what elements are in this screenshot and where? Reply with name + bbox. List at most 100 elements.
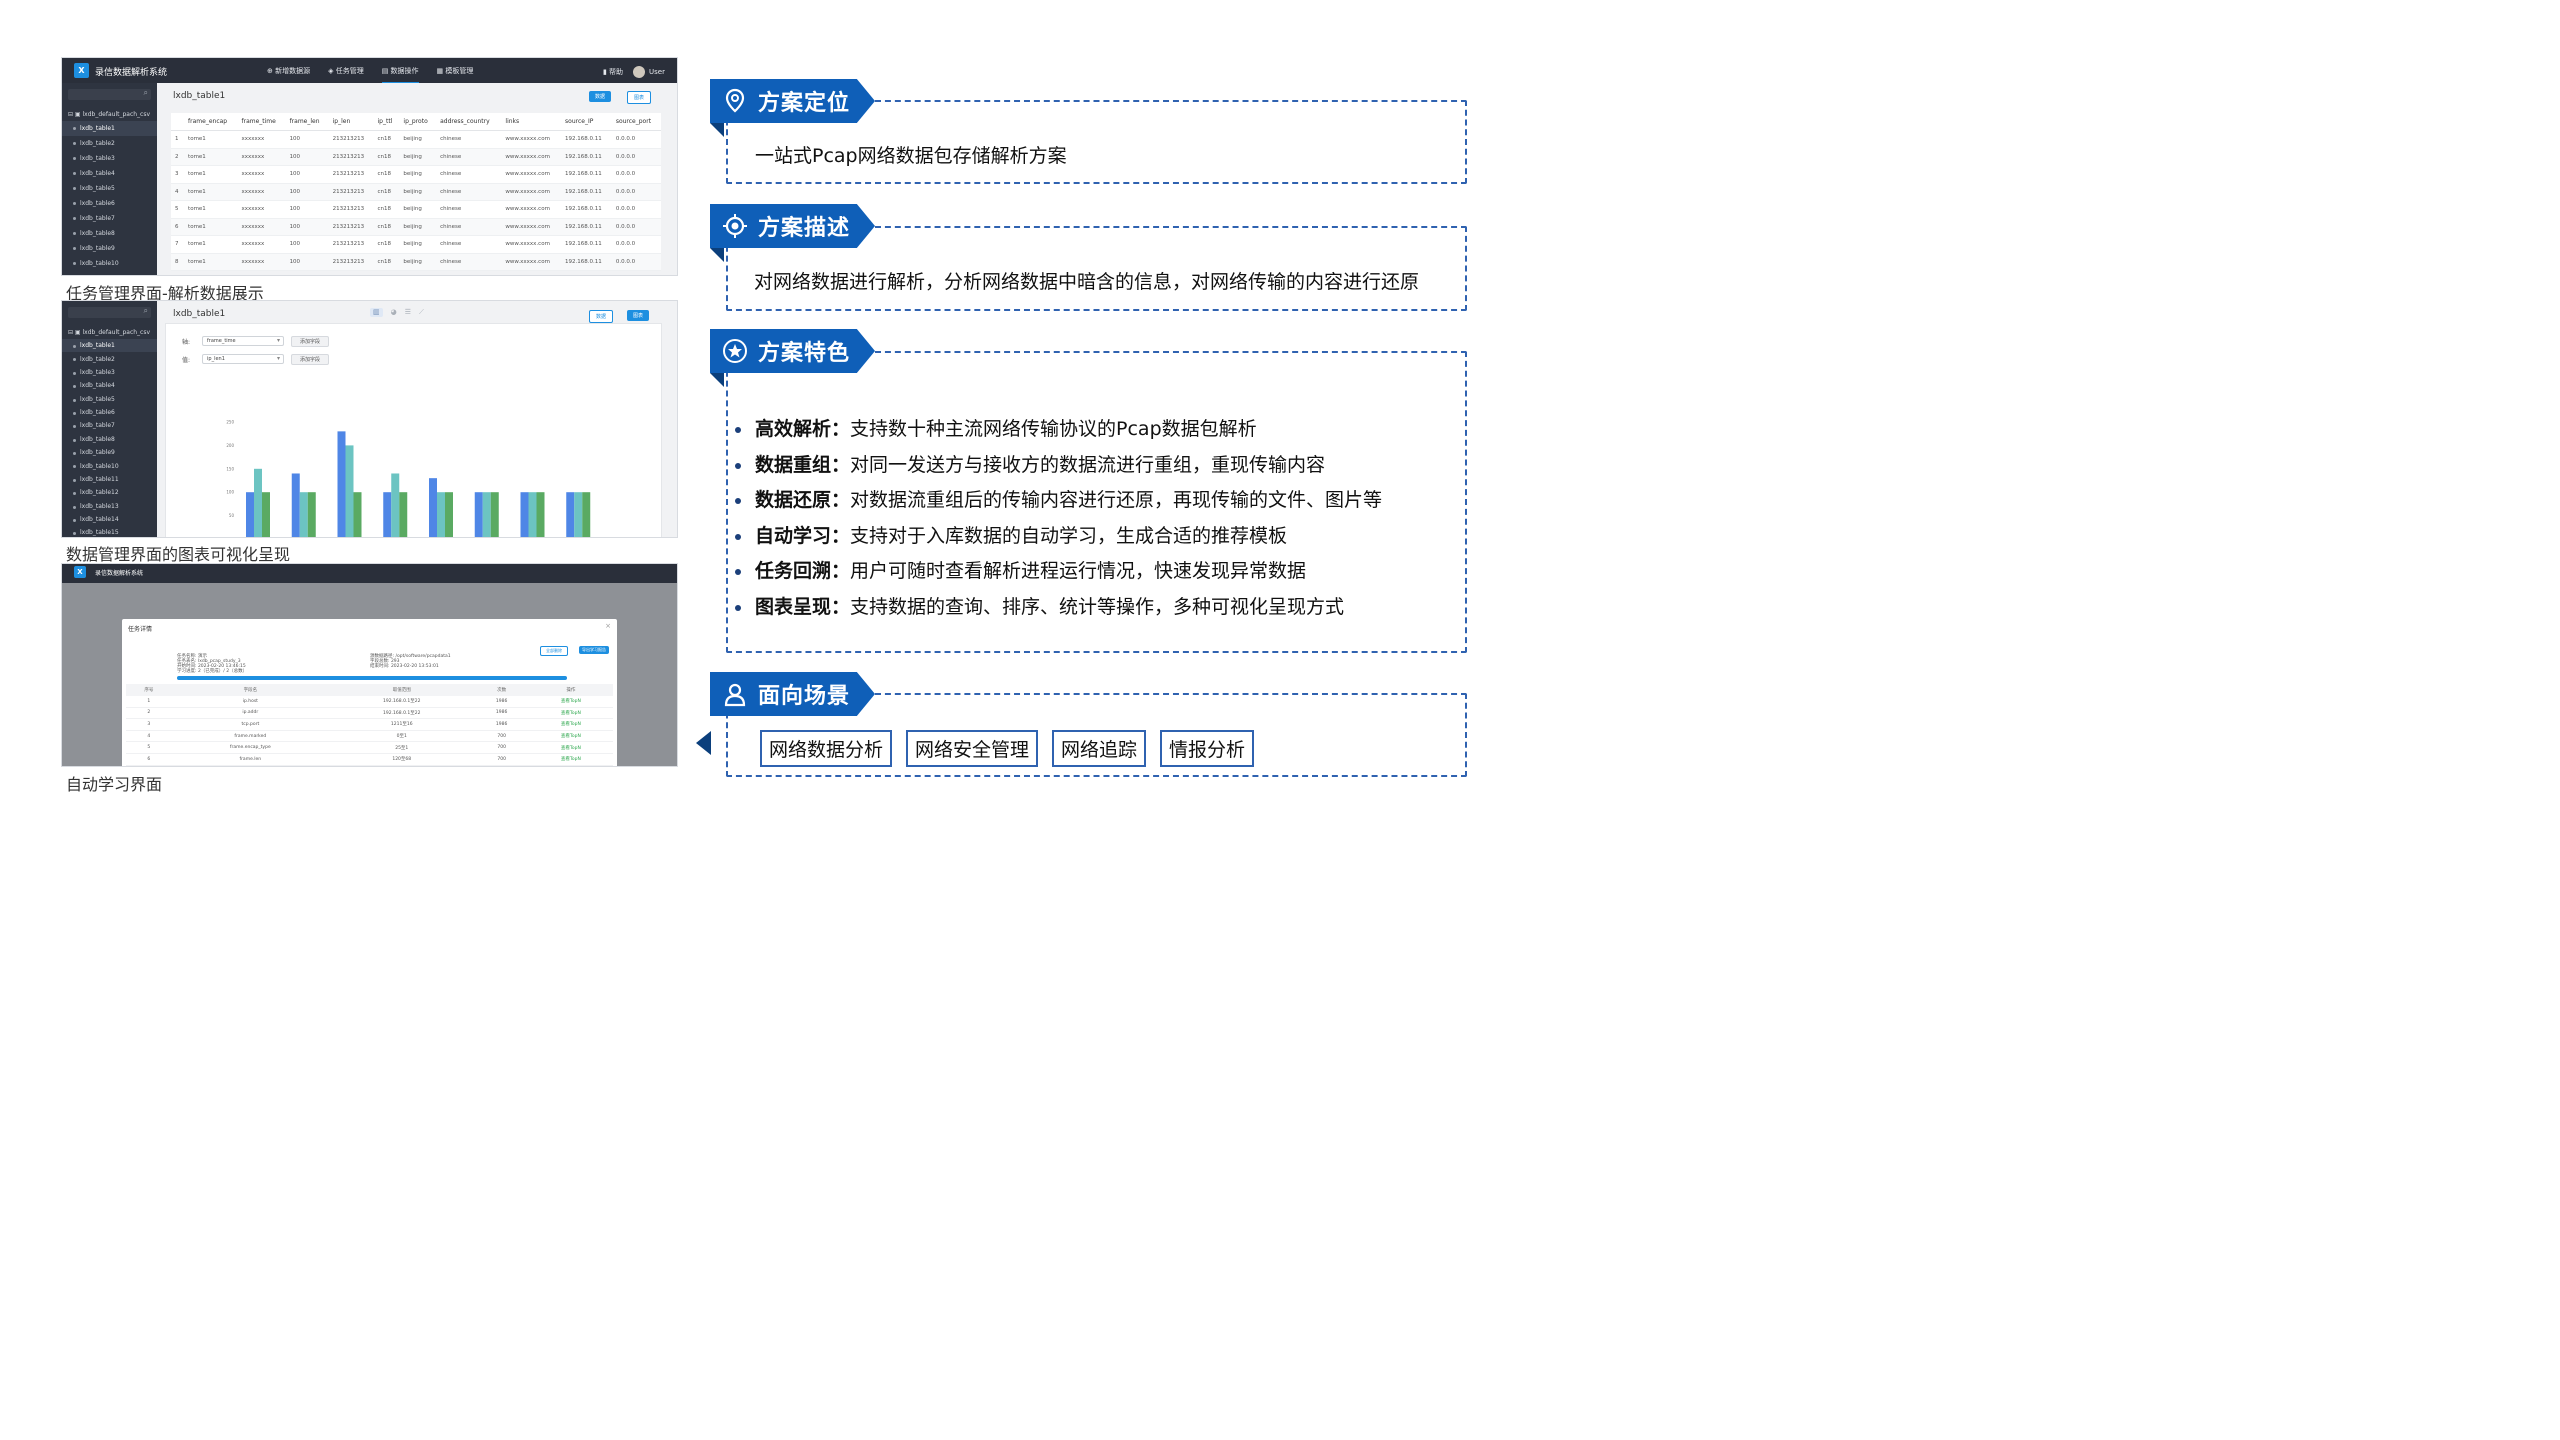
- table-cell: www.xxxxx.com: [501, 183, 562, 201]
- view-topn-link[interactable]: 查看TopN: [528, 718, 613, 731]
- sidebar-item-table[interactable]: lxdb_table15: [62, 526, 157, 537]
- user-menu[interactable]: User: [633, 66, 665, 78]
- close-icon[interactable]: ×: [605, 622, 611, 630]
- table-cell: 192.168.0.11: [561, 130, 612, 149]
- avatar: [633, 66, 646, 78]
- sidebar-item-table[interactable]: lxdb_table8: [62, 433, 157, 446]
- table-cell: xxxxxxx: [237, 235, 286, 254]
- table-cell: xxxxxxx: [237, 253, 286, 271]
- view-topn-link[interactable]: 查看TopN: [528, 730, 613, 743]
- data-button-2[interactable]: 数据: [589, 310, 614, 323]
- view-topn-link[interactable]: 查看TopN: [528, 765, 613, 766]
- chart-button[interactable]: 图表: [627, 91, 652, 104]
- table-cell: 700: [474, 765, 529, 766]
- sidebar-item-table[interactable]: lxdb_table2: [62, 136, 157, 151]
- sidebar-item-table[interactable]: lxdb_table5: [62, 393, 157, 406]
- tree-root[interactable]: ⊟ ▣ lxdb_default_pach_csv: [62, 108, 157, 121]
- sidebar-item-table[interactable]: lxdb_table3: [62, 151, 157, 166]
- column-header[interactable]: source_port: [611, 113, 661, 131]
- table-cell: 100: [285, 148, 329, 166]
- app-title-3: 录信数据解析系统: [95, 570, 144, 577]
- tree-root-2[interactable]: ⊟ ▣ lxdb_default_pach_csv: [62, 326, 157, 339]
- table-row: 7 tome1 xxxxxxx 100 213213213 cn18 beijing chin…: [171, 235, 661, 254]
- fold-decoration: [710, 123, 724, 137]
- chart-bar: [353, 492, 362, 537]
- help-link[interactable]: ▮ 帮助: [603, 67, 623, 77]
- sidebar-item-table[interactable]: lxdb_table2: [62, 352, 157, 365]
- sidebar-item-table[interactable]: lxdb_table7: [62, 211, 157, 226]
- table-cell: tome1: [184, 253, 238, 271]
- table-cell: 213213213: [328, 130, 374, 149]
- table-row: 3 tcp.port 1211至16 1986 查看TopN: [126, 718, 613, 731]
- view-topn-link[interactable]: 查看TopN: [528, 707, 613, 720]
- table-cell: 100: [285, 200, 329, 219]
- export-report-button[interactable]: 导出学习报告: [579, 646, 609, 654]
- sidebar-item-table[interactable]: lxdb_table1: [62, 339, 157, 353]
- sidebar-item-table[interactable]: lxdb_table6: [62, 406, 157, 419]
- table-cell: chinese: [436, 148, 502, 166]
- column-header[interactable]: ip_len: [328, 113, 374, 131]
- delete-all-button[interactable]: 全部删除: [540, 646, 568, 656]
- chart-bar: [520, 492, 529, 537]
- table-cell: 7: [171, 235, 185, 254]
- chart-button-2[interactable]: 图表: [627, 310, 650, 321]
- table-cell: beijing: [399, 130, 437, 149]
- menu-add-source[interactable]: ⊕ 新增数据源: [267, 66, 310, 84]
- column-header[interactable]: links: [501, 113, 562, 131]
- sidebar-item-table[interactable]: lxdb_table1: [62, 121, 157, 136]
- sidebar-item-table[interactable]: lxdb_table10: [62, 459, 157, 472]
- column-header[interactable]: frame_time: [237, 113, 286, 131]
- view-topn-link[interactable]: 查看TopN: [528, 741, 613, 754]
- view-topn-link[interactable]: 查看TopN: [528, 753, 613, 766]
- column-header[interactable]: frame_encap: [184, 113, 238, 131]
- sidebar-item-table[interactable]: lxdb_table3: [62, 366, 157, 379]
- table-cell: 100: [285, 218, 329, 236]
- chart-bar: [254, 468, 262, 537]
- table-cell: 3: [126, 718, 172, 731]
- chart-bar: [246, 492, 254, 537]
- feature-item: 高效解析：支持数十种主流网络传输协议的Pcap数据包解析: [732, 412, 1382, 448]
- menu-template-manage[interactable]: ▦ 模板管理: [437, 66, 474, 84]
- sidebar-search-input-2[interactable]: [68, 306, 151, 318]
- sidebar-item-table[interactable]: lxdb_table7: [62, 419, 157, 432]
- sidebar-item-table[interactable]: lxdb_table13: [62, 500, 157, 513]
- sidebar-item-table[interactable]: lxdb_table9: [62, 446, 157, 459]
- column-header[interactable]: source_IP: [561, 113, 612, 131]
- table-cell: 100: [285, 130, 329, 149]
- table-cell: 213213213: [328, 183, 374, 201]
- sidebar-item-table[interactable]: lxdb_table4: [62, 379, 157, 392]
- view-topn-link[interactable]: 查看TopN: [528, 696, 613, 708]
- column-header[interactable]: address_country: [436, 113, 502, 131]
- line-chart-icon[interactable]: ⟋: [419, 308, 424, 317]
- sidebar-item-table[interactable]: lxdb_table6: [62, 196, 157, 211]
- table-cell: 0.0.0.0: [611, 218, 661, 236]
- column-header[interactable]: ip_proto: [399, 113, 437, 131]
- pie-chart-icon[interactable]: ◕: [391, 308, 397, 317]
- sidebar-item-table[interactable]: lxdb_table11: [62, 473, 157, 486]
- list-chart-icon[interactable]: ☰: [405, 308, 411, 317]
- screenshot-chart: ⊟ ▣ lxdb_default_pach_csv lxdb_table1lxd…: [61, 300, 678, 538]
- column-header[interactable]: ip_ttl: [373, 113, 400, 131]
- sidebar-item-table[interactable]: lxdb_table5: [62, 181, 157, 196]
- table-cell: 5: [171, 200, 185, 219]
- sidebar-item-table[interactable]: lxdb_table10: [62, 256, 157, 271]
- bar-chart-icon[interactable]: ▥: [370, 308, 383, 317]
- table-cell: ip.addr: [171, 707, 329, 720]
- column-header[interactable]: frame_len: [285, 113, 329, 131]
- chart-bar: [345, 445, 354, 537]
- menu-task-manage[interactable]: ◈ 任务管理: [328, 66, 364, 84]
- data-button[interactable]: 数据: [589, 91, 612, 102]
- chart-bar: [474, 492, 483, 537]
- sidebar-item-table[interactable]: lxdb_table14: [62, 513, 157, 526]
- menu-data-operate[interactable]: ▤ 数据操作: [381, 66, 419, 84]
- table-cell: frame.encap_type: [171, 741, 329, 754]
- sidebar-item-table[interactable]: lxdb_table8: [62, 226, 157, 241]
- target-icon: [723, 214, 747, 238]
- column-header[interactable]: [171, 113, 185, 131]
- table-cell: 192.168.0.11: [561, 148, 612, 166]
- meta-left: 任务名称: 演示 任务表名: lxdb_pcap_study_3 开始时间: 2…: [177, 654, 248, 674]
- sidebar-search-input[interactable]: [68, 88, 151, 100]
- sidebar-item-table[interactable]: lxdb_table4: [62, 166, 157, 181]
- sidebar-item-table[interactable]: lxdb_table9: [62, 241, 157, 256]
- sidebar-item-table[interactable]: lxdb_table12: [62, 486, 157, 499]
